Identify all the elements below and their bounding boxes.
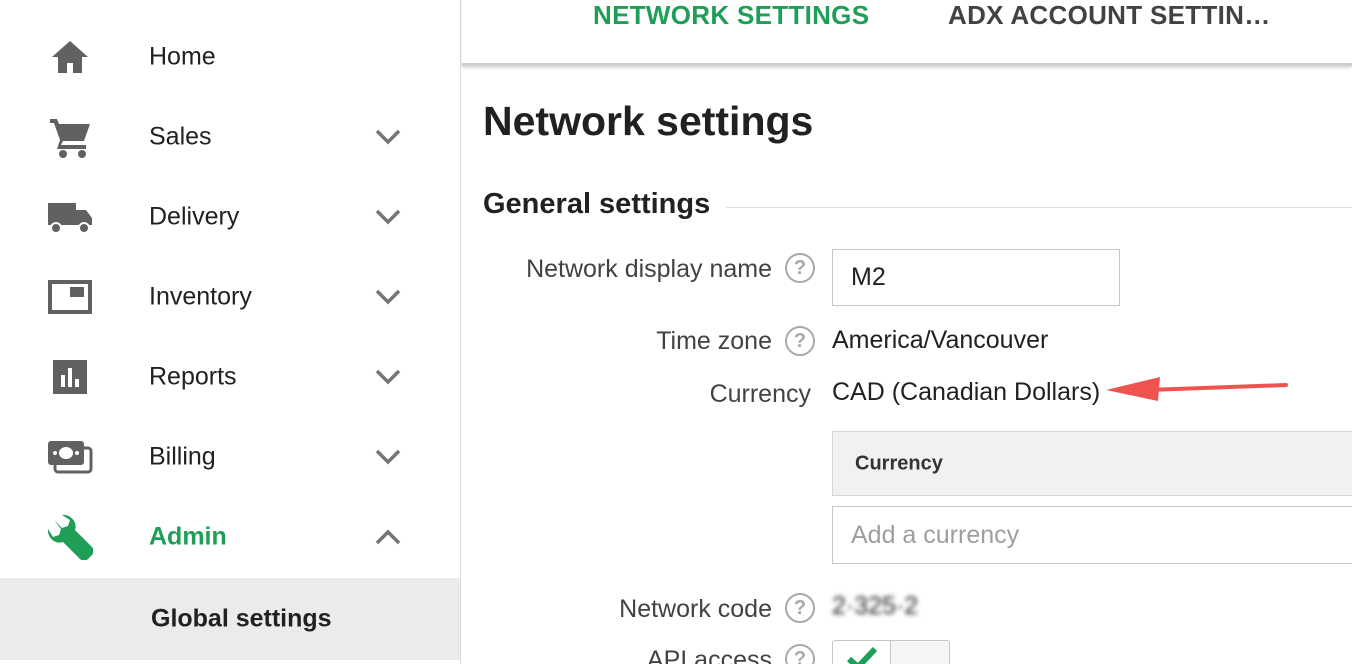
- sidebar-item-reports[interactable]: Reports: [0, 337, 460, 417]
- page-title: Network settings: [483, 98, 814, 144]
- network-code-label: Network code: [619, 595, 772, 623]
- chevron-down-icon[interactable]: [372, 121, 404, 153]
- help-icon[interactable]: ?: [785, 253, 815, 283]
- chevron-down-icon[interactable]: [372, 281, 404, 313]
- sidebar-item-admin[interactable]: Admin: [0, 497, 460, 577]
- sidebar-subitem-global-settings[interactable]: Global settings: [0, 578, 460, 660]
- time-zone-label: Time zone: [656, 327, 772, 355]
- section-divider: [726, 207, 1352, 208]
- sidebar-item-label: Sales: [149, 122, 212, 151]
- sidebar-item-label: Inventory: [149, 282, 252, 311]
- sidebar-item-label: Delivery: [149, 202, 240, 231]
- checkmark-icon: [833, 641, 891, 664]
- tab-network-settings[interactable]: NETWORK SETTINGS: [593, 0, 869, 36]
- currency-column-header: Currency: [855, 452, 943, 474]
- help-icon[interactable]: ?: [785, 593, 815, 623]
- sidebar-subitem-label: Global settings: [151, 604, 332, 633]
- sidebar-item-home[interactable]: Home: [0, 17, 460, 97]
- tab-adx-account-settings[interactable]: ADX ACCOUNT SETTIN…: [948, 0, 1271, 36]
- currency-label: Currency: [709, 380, 811, 408]
- inventory-icon: [46, 275, 94, 319]
- chevron-down-icon[interactable]: [372, 441, 404, 473]
- network-display-name-label: Network display name: [526, 255, 772, 283]
- home-icon: [46, 35, 94, 79]
- network-display-name-input[interactable]: [832, 249, 1120, 306]
- chevron-up-icon[interactable]: [372, 521, 404, 553]
- chevron-down-icon[interactable]: [372, 201, 404, 233]
- sidebar-item-label: Reports: [149, 362, 237, 391]
- help-icon[interactable]: ?: [785, 644, 815, 664]
- truck-icon: [46, 195, 94, 239]
- network-code-value: 2·325·2: [832, 592, 919, 620]
- bar-chart-icon: [46, 355, 94, 399]
- chevron-down-icon[interactable]: [372, 361, 404, 393]
- section-title: General settings: [483, 188, 711, 220]
- api-access-label: API access: [646, 646, 772, 664]
- cart-icon: [46, 115, 94, 159]
- sidebar-item-billing[interactable]: Billing: [0, 417, 460, 497]
- currency-value: CAD (Canadian Dollars): [832, 378, 1101, 406]
- api-access-toggle[interactable]: [832, 640, 950, 664]
- sidebar-item-label: Home: [149, 42, 216, 71]
- tab-bar: NETWORK SETTINGS ADX ACCOUNT SETTIN…: [462, 0, 1352, 66]
- money-icon: [46, 435, 94, 479]
- sidebar-item-label: Billing: [149, 442, 216, 471]
- sidebar-item-inventory[interactable]: Inventory: [0, 257, 460, 337]
- sidebar-item-sales[interactable]: Sales: [0, 97, 460, 177]
- help-icon[interactable]: ?: [785, 326, 815, 356]
- add-currency-input[interactable]: [832, 506, 1352, 564]
- time-zone-value: America/Vancouver: [832, 326, 1049, 354]
- wrench-icon: [46, 514, 94, 560]
- sidebar-item-delivery[interactable]: Delivery: [0, 177, 460, 257]
- sidebar: Home Sales Delivery Inventory Reports Bi…: [0, 0, 461, 664]
- annotation-arrow-icon: [1106, 377, 1288, 401]
- currency-table-header: Currency: [832, 431, 1352, 496]
- sidebar-item-label: Admin: [149, 522, 227, 551]
